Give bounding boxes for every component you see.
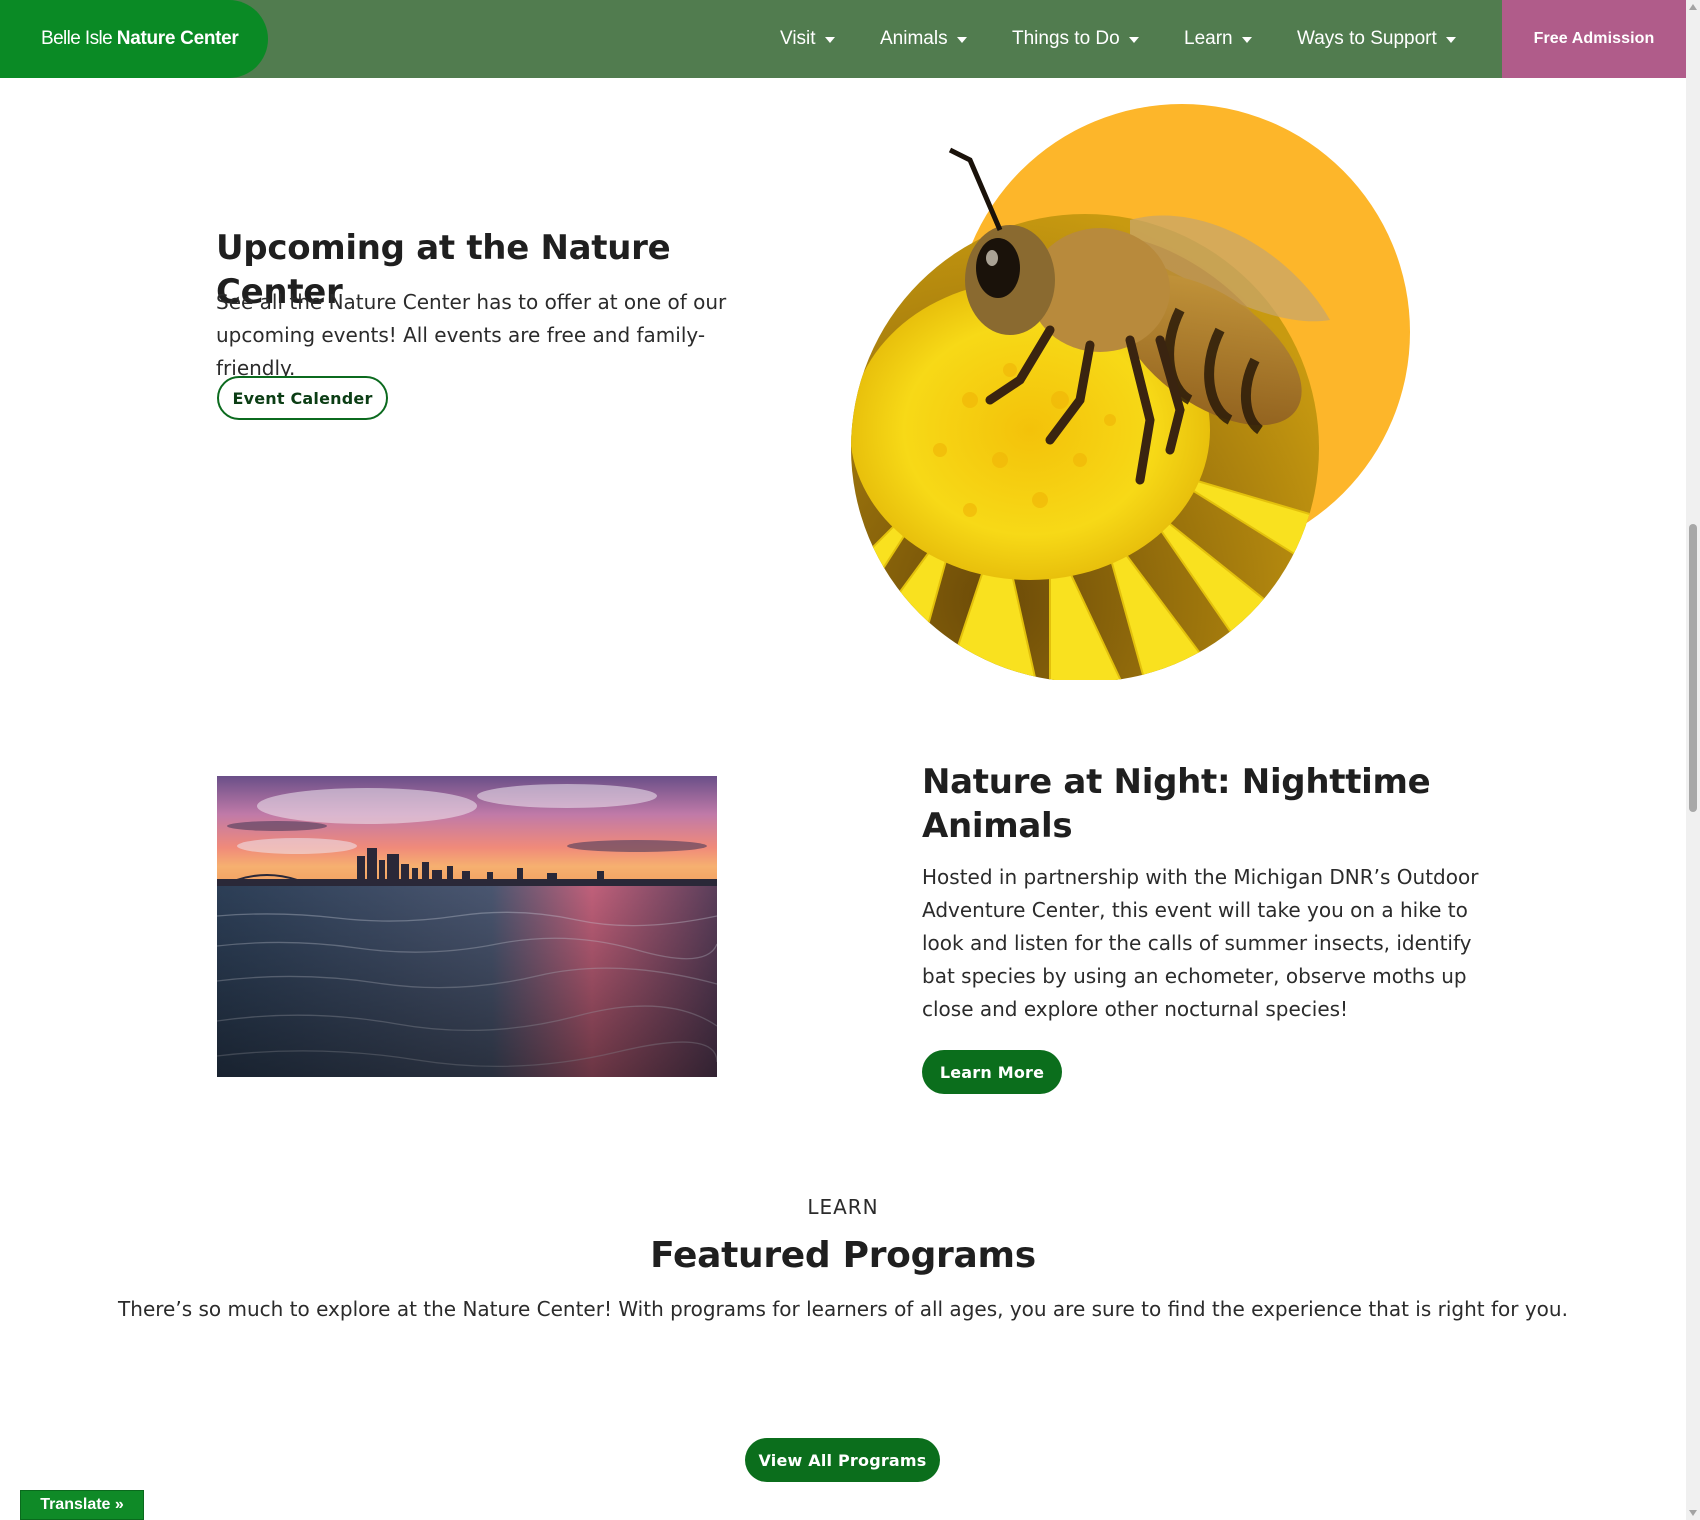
logo-text-bold: Nature Center [116, 28, 239, 49]
detroit-skyline-sunset-image [217, 776, 717, 1077]
nav-item-animals[interactable]: Animals [880, 0, 967, 78]
event-calendar-button[interactable]: Event Calender [217, 376, 388, 420]
nav-item-label: Ways to Support [1297, 28, 1437, 49]
nav-item-label: Learn [1184, 28, 1233, 49]
featured-programs-title: Featured Programs [650, 1235, 1036, 1276]
nature-at-night-title: Nature at Night: Nighttime Animals [922, 762, 1431, 846]
nav-item-label: Things to Do [1012, 28, 1120, 49]
nav-item-visit[interactable]: Visit [780, 0, 835, 78]
translate-button[interactable]: Translate » [20, 1490, 144, 1520]
free-admission-button[interactable]: Free Admission [1502, 0, 1686, 78]
nav-item-ways-to-support[interactable]: Ways to Support [1297, 0, 1456, 78]
nav-item-label: Visit [780, 28, 816, 49]
nav-item-things-to-do[interactable]: Things to Do [1012, 0, 1139, 78]
scroll-down-arrow-icon[interactable] [1689, 1510, 1697, 1516]
section-eyebrow: LEARN [807, 1195, 879, 1219]
site-logo[interactable]: Belle Isle Nature Center [0, 0, 268, 78]
nav-item-learn[interactable]: Learn [1184, 0, 1252, 78]
caret-down-icon [956, 37, 967, 43]
scroll-up-arrow-icon[interactable] [1689, 4, 1697, 10]
caret-down-icon [1128, 37, 1139, 43]
featured-programs-description: There’s so much to explore at the Nature… [118, 1297, 1568, 1321]
nature-at-night-description: Hosted in partnership with the Michigan … [922, 865, 1479, 1021]
caret-down-icon [824, 37, 835, 43]
logo-text: Belle Isle Nature Center [41, 28, 239, 50]
caret-down-icon [1241, 37, 1252, 43]
page-scrollbar[interactable] [1686, 0, 1700, 1520]
view-all-programs-button[interactable]: View All Programs [745, 1438, 940, 1482]
scrollbar-thumb[interactable] [1689, 524, 1697, 812]
nav-item-label: Animals [880, 28, 948, 49]
logo-text-light: Belle Isle [41, 28, 117, 49]
bee-on-flower-image [851, 104, 1410, 680]
learn-more-button[interactable]: Learn More [922, 1050, 1062, 1094]
site-header: Belle Isle Nature Center Visit Animals T… [0, 0, 1686, 78]
caret-down-icon [1445, 37, 1456, 43]
upcoming-description: See all the Nature Center has to offer a… [216, 290, 727, 380]
